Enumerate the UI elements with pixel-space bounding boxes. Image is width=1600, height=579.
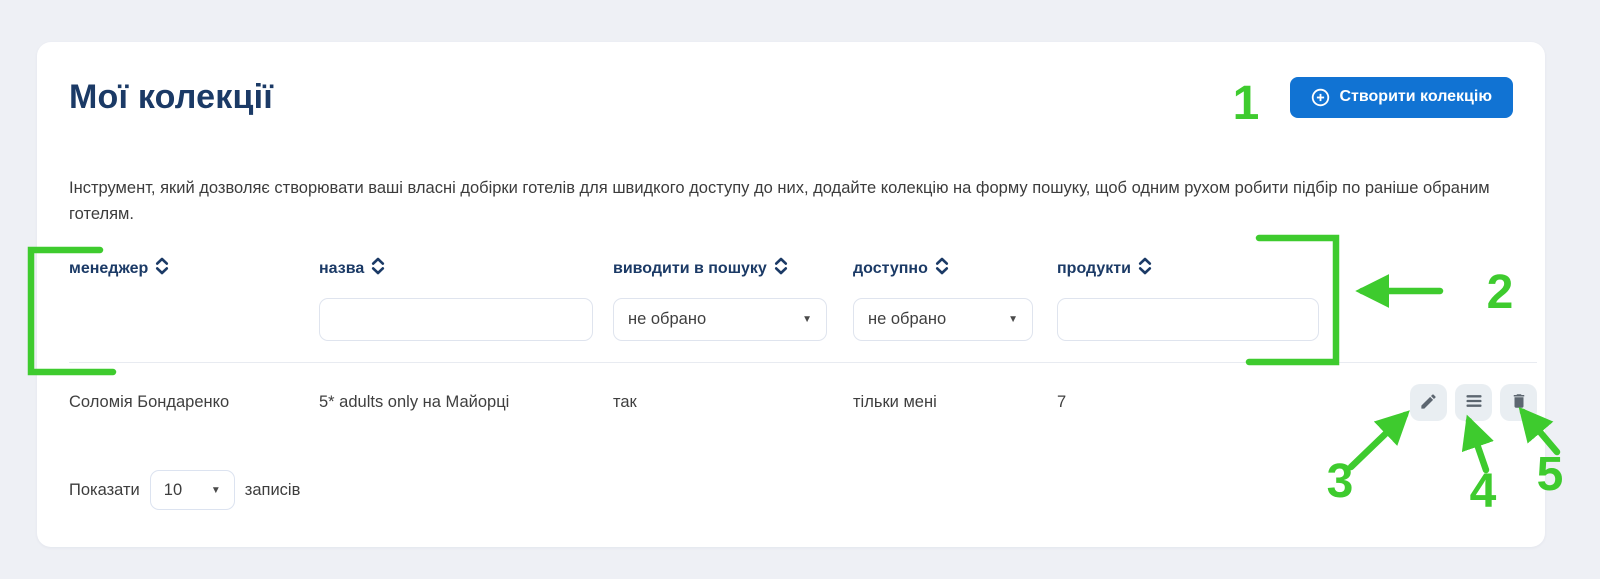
- pagination: Показати 10 ▼ записів: [69, 470, 1513, 510]
- trash-icon: [1510, 392, 1528, 413]
- cell-available: тільки мені: [853, 393, 1057, 412]
- per-page-select[interactable]: 10 ▼: [150, 470, 235, 510]
- card-header: Мої колекції Створити колекцію: [69, 75, 1513, 119]
- sort-icon: [155, 256, 169, 281]
- edit-button[interactable]: [1410, 384, 1447, 421]
- collections-card: Мої колекції Створити колекцію Інструмен…: [37, 42, 1545, 547]
- filter-show-in-search-select[interactable]: не обрано ▼: [613, 298, 827, 341]
- filter-name-input[interactable]: [319, 298, 593, 341]
- per-page-value: 10: [164, 481, 182, 500]
- page-description: Інструмент, який дозволяє створювати ваш…: [69, 175, 1503, 227]
- plus-circle-icon: [1311, 88, 1330, 107]
- delete-button[interactable]: [1500, 384, 1537, 421]
- show-label: Показати: [69, 481, 140, 500]
- list-icon: [1464, 391, 1484, 414]
- cell-show-in-search: так: [613, 393, 853, 412]
- column-header-available[interactable]: доступно: [853, 256, 1057, 281]
- table-header-row: менеджер назва виводити в пошуку доступн…: [69, 256, 1537, 281]
- sort-icon: [774, 256, 788, 281]
- table-filter-row: не обрано ▼ не обрано ▼: [69, 298, 1537, 341]
- select-value: не обрано: [628, 310, 706, 329]
- column-label: продукти: [1057, 260, 1131, 278]
- caret-down-icon: ▼: [211, 485, 221, 496]
- column-header-products[interactable]: продукти: [1057, 256, 1322, 281]
- create-collection-button[interactable]: Створити колекцію: [1290, 77, 1514, 118]
- details-list-button[interactable]: [1455, 384, 1492, 421]
- sort-icon: [371, 256, 385, 281]
- cell-manager: Соломія Бондаренко: [69, 393, 319, 412]
- select-value: не обрано: [868, 310, 946, 329]
- table-row: Соломія Бондаренко 5* adults only на Май…: [69, 363, 1537, 421]
- create-collection-label: Створити колекцію: [1340, 88, 1493, 106]
- caret-down-icon: ▼: [1008, 314, 1018, 325]
- column-header-name[interactable]: назва: [319, 256, 613, 281]
- records-label: записів: [245, 481, 301, 500]
- column-label: менеджер: [69, 260, 148, 278]
- cell-name: 5* adults only на Майорці: [319, 393, 613, 412]
- cell-products: 7: [1057, 393, 1322, 412]
- collections-table: менеджер назва виводити в пошуку доступн…: [69, 256, 1537, 421]
- column-header-manager[interactable]: менеджер: [69, 256, 319, 281]
- column-header-show-in-search[interactable]: виводити в пошуку: [613, 256, 853, 281]
- filter-products-input[interactable]: [1057, 298, 1319, 341]
- column-label: виводити в пошуку: [613, 260, 767, 278]
- pencil-icon: [1419, 392, 1438, 414]
- page-title: Мої колекції: [69, 75, 273, 119]
- sort-icon: [1138, 256, 1152, 281]
- column-label: доступно: [853, 260, 928, 278]
- caret-down-icon: ▼: [802, 314, 812, 325]
- sort-icon: [935, 256, 949, 281]
- filter-available-select[interactable]: не обрано ▼: [853, 298, 1033, 341]
- column-label: назва: [319, 260, 364, 278]
